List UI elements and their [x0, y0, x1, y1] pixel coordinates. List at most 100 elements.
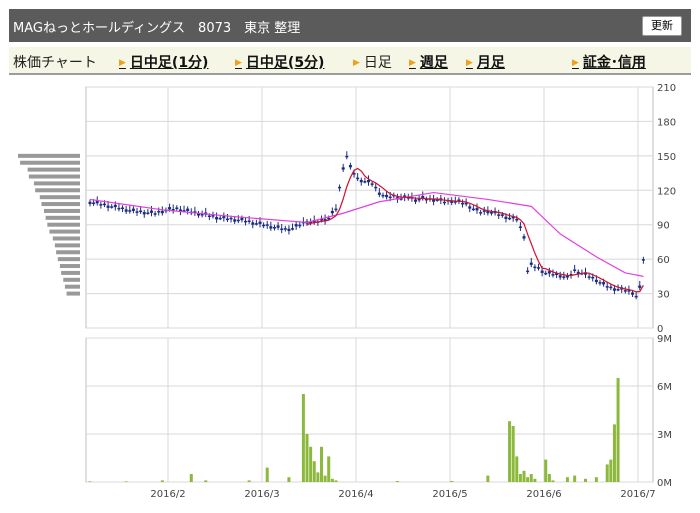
candle-body: [504, 216, 508, 219]
candle-body: [515, 218, 519, 221]
volume-bar: [312, 461, 316, 482]
candle-body: [338, 186, 342, 189]
candle-body: [207, 215, 211, 218]
date-tick-label: 2016/4: [338, 489, 373, 500]
candle-body: [334, 208, 338, 211]
candle-body: [146, 212, 150, 214]
candle-body: [157, 210, 161, 213]
volume-bar: [573, 475, 577, 482]
candle-body: [330, 210, 334, 214]
profile-bar: [61, 270, 80, 275]
candle-body: [363, 181, 367, 183]
candle-body: [142, 212, 146, 215]
volume-bar: [515, 456, 519, 482]
volume-bar: [529, 474, 533, 482]
candle-body: [388, 196, 392, 199]
profile-bar: [52, 236, 80, 241]
volume-bar: [526, 477, 530, 482]
volume-tick-label: 3M: [657, 430, 672, 441]
candle-body: [128, 210, 132, 212]
candle-body: [106, 205, 110, 208]
candle-body: [461, 202, 465, 205]
candle-body: [522, 236, 526, 239]
profile-bar: [56, 250, 80, 255]
candle-body: [432, 199, 436, 202]
candle-body: [442, 201, 446, 204]
volume-plot-area: [85, 337, 654, 483]
candle-body: [276, 225, 280, 228]
candle-body: [269, 226, 273, 229]
candle-body: [117, 207, 121, 210]
volume-bar: [316, 472, 320, 482]
profile-bar: [45, 215, 80, 220]
volume-tick-label: 9M: [657, 334, 672, 345]
candle-body: [540, 270, 544, 273]
candle-body: [124, 209, 128, 212]
candle-body: [616, 288, 620, 291]
candle-body: [110, 206, 114, 208]
stock-chart: 03060901201501802100M3M6M9M2016/2 2016/3 2…: [18, 83, 676, 500]
volume-tick-label: 6M: [657, 382, 672, 393]
volume-bar: [551, 480, 555, 482]
candle-body: [479, 212, 483, 214]
candle-body: [374, 186, 378, 189]
candle-body: [468, 206, 472, 209]
candle-body: [641, 259, 645, 261]
candle-body: [631, 292, 635, 295]
candle-body: [225, 218, 229, 221]
volume-bar: [565, 477, 569, 482]
volume-tick-label: 0M: [657, 478, 672, 489]
candle-body: [341, 167, 345, 170]
candle-body: [211, 215, 215, 217]
volume-bar: [124, 481, 128, 482]
profile-bar: [57, 257, 80, 262]
candle-body: [135, 211, 139, 213]
volume-bar: [544, 459, 548, 482]
volume-bar: [88, 481, 92, 482]
candle-body: [294, 224, 298, 227]
candle-body: [602, 282, 606, 285]
candle-body: [497, 214, 501, 216]
candle-body: [587, 276, 591, 278]
volume-bar: [450, 481, 454, 482]
candle-body: [562, 276, 566, 278]
candle-body: [88, 201, 92, 205]
volume-bar: [160, 480, 164, 482]
volume-bar: [334, 480, 338, 482]
candle-body: [233, 219, 237, 222]
profile-bar: [43, 208, 80, 213]
candle-body: [475, 208, 479, 211]
date-tick-label: 2016/3: [244, 489, 279, 500]
volume-bar: [522, 470, 526, 482]
candle-body: [139, 210, 143, 213]
candle-body: [215, 217, 219, 220]
candle-body: [131, 208, 135, 211]
candle-body: [573, 269, 577, 271]
candle-body: [92, 202, 96, 205]
candle-body: [533, 266, 537, 269]
volume-bar: [508, 421, 512, 482]
volume-bar: [486, 475, 490, 482]
volume-bar: [518, 474, 522, 482]
profile-bar: [33, 181, 80, 186]
volume-bar: [330, 478, 334, 482]
candle-body: [370, 183, 374, 185]
price-volume-profile: [18, 153, 80, 296]
candle-body: [345, 155, 349, 158]
candle-body: [518, 226, 522, 228]
candle-body: [526, 270, 530, 273]
candle-body: [102, 203, 106, 206]
candle-body: [638, 285, 642, 288]
profile-bar: [35, 188, 80, 193]
candle-body: [558, 275, 562, 278]
profile-bar: [27, 167, 80, 172]
candle-body: [258, 221, 262, 224]
profile-bar: [28, 174, 80, 179]
candle-body: [359, 179, 363, 183]
volume-bar: [323, 475, 327, 482]
candle-body: [356, 177, 360, 180]
volume-bar: [247, 480, 251, 482]
candle-body: [381, 194, 385, 197]
candle-body: [218, 217, 222, 220]
candle-body: [605, 286, 609, 288]
